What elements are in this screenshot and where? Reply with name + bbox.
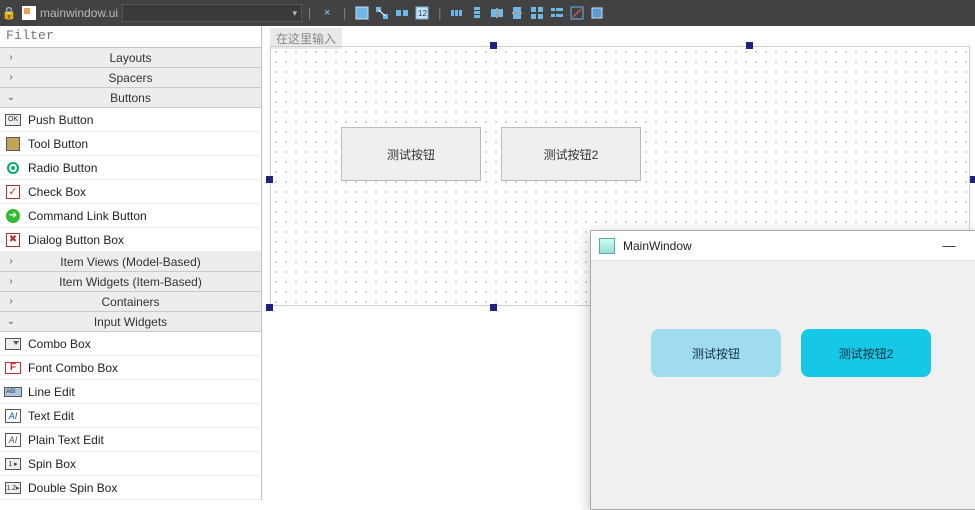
combo-box-icon <box>4 335 22 353</box>
resize-handle[interactable] <box>266 304 273 311</box>
widget-item[interactable]: OK Push Button <box>0 108 261 132</box>
category-spacers[interactable]: › Spacers <box>0 68 261 88</box>
widget-item[interactable]: ABI Line Edit <box>0 380 261 404</box>
layout-vertical-splitter-icon[interactable] <box>507 3 527 23</box>
filter-input[interactable] <box>0 26 261 48</box>
widget-item[interactable]: F Font Combo Box <box>0 356 261 380</box>
main-area: › Layouts › Spacers ⌄ Buttons OK Push But… <box>0 26 975 500</box>
widget-item-label: Push Button <box>28 113 93 127</box>
widget-box: › Layouts › Spacers ⌄ Buttons OK Push But… <box>0 26 262 500</box>
check-box-icon: ✓ <box>4 183 22 201</box>
design-button-1[interactable]: 测试按钮 <box>341 127 481 181</box>
resize-handle[interactable] <box>746 42 753 49</box>
widget-item-label: Plain Text Edit <box>28 433 104 447</box>
widget-item[interactable]: AI Plain Text Edit <box>0 428 261 452</box>
widget-item[interactable]: ➜ Command Link Button <box>0 204 261 228</box>
widget-item[interactable]: 1 ▸ Spin Box <box>0 452 261 476</box>
layout-form-icon[interactable] <box>547 3 567 23</box>
lock-icon: 🔒 <box>0 6 18 20</box>
category-label: Buttons <box>0 91 261 105</box>
top-toolbar: 🔒 mainwindow.ui | × | 12 | <box>0 0 975 26</box>
toolbar-separator: | <box>308 6 311 20</box>
preview-window[interactable]: MainWindow — ☐ ✕ 测试按钮 测试按钮2 <box>590 230 975 510</box>
selected-layout[interactable]: 测试按钮 测试按钮2 <box>341 127 641 181</box>
category-label: Item Widgets (Item-Based) <box>0 275 261 289</box>
widget-item-label: Line Edit <box>28 385 75 399</box>
plain-text-edit-icon: AI <box>4 431 22 449</box>
close-icon[interactable]: × <box>317 3 337 23</box>
design-button-2[interactable]: 测试按钮2 <box>501 127 641 181</box>
break-layout-icon[interactable] <box>567 3 587 23</box>
window-title: MainWindow <box>623 239 927 253</box>
design-canvas[interactable]: 在这里输入 测试按钮 测试按钮2 MainWindow — ☐ ✕ 测试按钮 <box>262 26 975 500</box>
double-spin-box-icon: 1.2▸ <box>4 479 22 497</box>
resize-handle[interactable] <box>490 42 497 49</box>
adjust-size-icon[interactable] <box>587 3 607 23</box>
widget-item-label: Double Spin Box <box>28 481 117 495</box>
resize-handle[interactable] <box>490 304 497 311</box>
category-containers[interactable]: › Containers <box>0 292 261 312</box>
line-edit-icon: ABI <box>4 383 22 401</box>
run-button-1[interactable]: 测试按钮 <box>651 329 781 377</box>
widget-item[interactable]: AI Text Edit <box>0 404 261 428</box>
widget-item-label: Spin Box <box>28 457 76 471</box>
widget-item-label: Dialog Button Box <box>28 233 124 247</box>
ui-file-icon <box>22 6 36 20</box>
window-body: 测试按钮 测试按钮2 <box>591 261 975 509</box>
category-item-widgets[interactable]: › Item Widgets (Item-Based) <box>0 272 261 292</box>
widget-item-label: Tool Button <box>28 137 88 151</box>
layout-horizontal-splitter-icon[interactable] <box>487 3 507 23</box>
widget-item-label: Combo Box <box>28 337 91 351</box>
resize-handle[interactable] <box>970 176 975 183</box>
dialog-button-box-icon: ✖ <box>4 231 22 249</box>
push-button-icon: OK <box>4 111 22 129</box>
category-input-widgets[interactable]: ⌄ Input Widgets <box>0 312 261 332</box>
command-link-button-icon: ➜ <box>4 207 22 225</box>
tool-button-icon <box>4 135 22 153</box>
category-label: Item Views (Model-Based) <box>0 255 261 269</box>
category-label: Spacers <box>0 71 261 85</box>
widget-item-label: Command Link Button <box>28 209 147 223</box>
widget-item-label: Text Edit <box>28 409 74 423</box>
category-buttons[interactable]: ⌄ Buttons <box>0 88 261 108</box>
radio-button-icon <box>4 159 22 177</box>
toolbar-separator: | <box>438 6 441 20</box>
layout-vertical-icon[interactable] <box>467 3 487 23</box>
layout-grid-icon[interactable] <box>527 3 547 23</box>
file-tab[interactable]: mainwindow.ui <box>18 6 118 20</box>
layout-horizontal-icon[interactable] <box>447 3 467 23</box>
edit-tab-order-icon[interactable]: 12 <box>412 3 432 23</box>
text-edit-icon: AI <box>4 407 22 425</box>
minimize-button[interactable]: — <box>927 231 971 261</box>
toolbar-separator: | <box>343 6 346 20</box>
widget-item[interactable]: ✖ Dialog Button Box <box>0 228 261 252</box>
maximize-button[interactable]: ☐ <box>971 231 975 261</box>
category-label: Containers <box>0 295 261 309</box>
widget-item[interactable]: Combo Box <box>0 332 261 356</box>
resize-handle[interactable] <box>266 176 273 183</box>
widget-item-label: Font Combo Box <box>28 361 118 375</box>
category-label: Input Widgets <box>0 315 261 329</box>
edit-widgets-icon[interactable] <box>352 3 372 23</box>
category-item-views[interactable]: › Item Views (Model-Based) <box>0 252 261 272</box>
app-icon <box>599 238 615 254</box>
edit-signals-icon[interactable] <box>372 3 392 23</box>
category-label: Layouts <box>0 51 261 65</box>
category-layouts[interactable]: › Layouts <box>0 48 261 68</box>
widget-item[interactable]: Tool Button <box>0 132 261 156</box>
font-combo-box-icon: F <box>4 359 22 377</box>
widget-item[interactable]: Radio Button <box>0 156 261 180</box>
widget-item-label: Check Box <box>28 185 86 199</box>
edit-buddies-icon[interactable] <box>392 3 412 23</box>
window-titlebar[interactable]: MainWindow — ☐ ✕ <box>591 231 975 261</box>
widget-item-label: Radio Button <box>28 161 97 175</box>
file-name: mainwindow.ui <box>40 6 118 20</box>
widget-item[interactable]: 1.2▸ Double Spin Box <box>0 476 261 500</box>
spin-box-icon: 1 ▸ <box>4 455 22 473</box>
file-combo[interactable] <box>122 4 302 22</box>
run-button-2[interactable]: 测试按钮2 <box>801 329 931 377</box>
widget-item[interactable]: ✓ Check Box <box>0 180 261 204</box>
svg-text:12: 12 <box>418 9 427 18</box>
